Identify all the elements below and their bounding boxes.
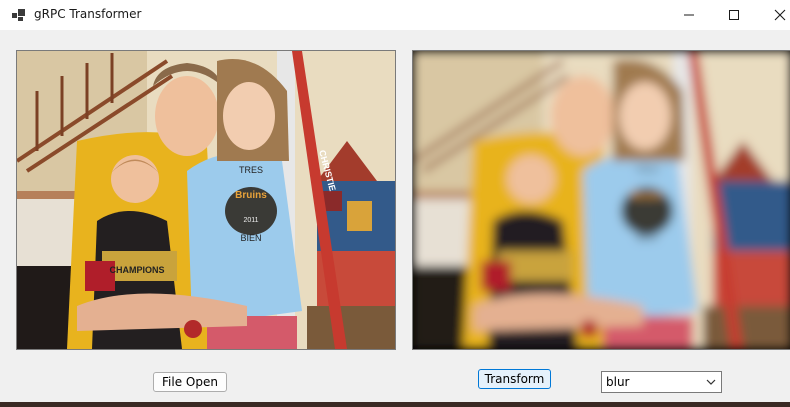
- blurred-shirt-text-top: TRES: [635, 165, 659, 175]
- blurred-scene: TRES Bruins BIEN: [413, 51, 790, 349]
- maximize-icon: [729, 10, 739, 20]
- background-strip: [0, 402, 790, 407]
- shirt-logo-text: Bruins: [235, 190, 267, 201]
- transformed-image-box: TRES Bruins BIEN: [412, 50, 790, 350]
- client-area: TRES Bruins 2011 BIEN CHRISTIE CHAMPIONS: [1, 30, 790, 402]
- original-image-box: TRES Bruins 2011 BIEN CHRISTIE CHAMPIONS: [16, 50, 396, 350]
- minimize-icon: [684, 14, 694, 16]
- kid-shirt-text: CHAMPIONS: [109, 265, 164, 275]
- close-button[interactable]: [757, 0, 790, 30]
- title-bar: gRPC Transformer: [0, 0, 790, 30]
- maximize-button[interactable]: [711, 0, 757, 30]
- photo-scene: [17, 51, 395, 349]
- transform-button[interactable]: Transform: [478, 369, 551, 389]
- shirt-text-bottom: BIEN: [240, 233, 261, 243]
- transform-select[interactable]: blur: [601, 371, 722, 393]
- transformed-photo: TRES Bruins BIEN: [413, 51, 790, 349]
- blurred-shirt-text-bottom: BIEN: [636, 233, 657, 243]
- transform-select-value: blur: [606, 375, 630, 389]
- shirt-year-text: 2011: [243, 217, 258, 224]
- window-title: gRPC Transformer: [34, 7, 142, 21]
- close-icon: [774, 9, 786, 21]
- file-open-button[interactable]: File Open: [153, 372, 227, 392]
- shirt-text-top: TRES: [239, 165, 263, 175]
- chevron-down-icon[interactable]: [701, 372, 721, 392]
- minimize-button[interactable]: [666, 0, 712, 30]
- blurred-shirt-logo-text: Bruins: [631, 190, 663, 201]
- app-icon: [12, 9, 25, 21]
- original-photo: TRES Bruins 2011 BIEN CHRISTIE CHAMPIONS: [17, 51, 395, 349]
